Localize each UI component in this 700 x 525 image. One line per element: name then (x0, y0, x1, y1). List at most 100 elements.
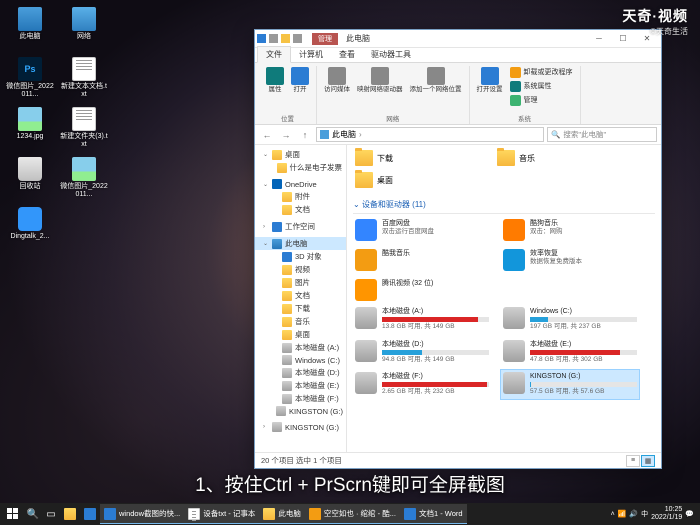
app-item[interactable]: 腾讯视频 (32 位) (353, 277, 491, 303)
file-icon (72, 7, 96, 31)
sidebar-item[interactable]: 图片 (255, 276, 346, 289)
desktop-icon[interactable]: 新建文本文档.txt (59, 55, 109, 103)
sidebar-item[interactable]: 桌面 (255, 328, 346, 341)
ribbon-tab[interactable]: 驱动器工具 (363, 47, 419, 62)
sidebar-item[interactable]: 附件 (255, 190, 346, 203)
desktop-icon[interactable]: 网络 (59, 5, 109, 53)
titlebar[interactable]: 管理 此电脑 ─ ☐ ✕ (255, 30, 661, 48)
sidebar-item[interactable]: ⌄此电脑 (255, 237, 346, 250)
back-button[interactable]: ← (259, 127, 275, 143)
up-button[interactable]: ↑ (297, 127, 313, 143)
ribbon-button[interactable]: 卸载或更改程序 (508, 66, 575, 79)
drive-stats: 47.8 GB 可用, 共 302 GB (530, 356, 637, 364)
tray-chevron-icon[interactable]: ˄ (611, 511, 615, 518)
taskbar-app[interactable]: window截图的快... (100, 504, 184, 524)
view-tiles-button[interactable]: ▦ (641, 455, 655, 467)
ribbon-button[interactable]: 系统属性 (508, 80, 575, 93)
drive-item[interactable]: Windows (C:)197 GB 可用, 共 237 GB (501, 305, 639, 334)
desktop-icon[interactable]: 微信图片_2022011... (59, 155, 109, 203)
contextual-tab[interactable]: 管理 (312, 33, 338, 45)
ribbon-button[interactable]: 打开设置 (475, 66, 505, 94)
sidebar-item[interactable]: 视频 (255, 263, 346, 276)
taskbar-app[interactable]: 空空如也 · 绾绾 - 酷... (305, 504, 400, 524)
qat-icon[interactable] (293, 34, 302, 43)
qat-icon[interactable] (269, 34, 278, 43)
taskbar-app[interactable]: 此电脑 (259, 504, 305, 524)
sidebar-item[interactable]: 下载 (255, 302, 346, 315)
app-icon (309, 508, 321, 520)
folder-icon (355, 150, 373, 166)
tray-volume-icon[interactable]: 🔊 (629, 510, 638, 518)
chevron-icon: ⌄ (263, 240, 269, 247)
app-item[interactable]: 效率恢复数据恢复免费版本 (501, 247, 639, 273)
ribbon-button[interactable]: 打开 (289, 66, 311, 94)
desktop-icon[interactable]: Dingtalk_2... (5, 205, 55, 253)
drive-item[interactable]: 本地磁盘 (F:)2.65 GB 可用, 共 232 GB (353, 370, 491, 399)
drive-item[interactable]: 本地磁盘 (D:)94.8 GB 可用, 共 149 GB (353, 338, 491, 367)
ribbon-tab[interactable]: 计算机 (291, 47, 331, 62)
taskbar-app[interactable] (60, 504, 80, 524)
folder-item[interactable]: 桌面 (353, 170, 483, 190)
view-details-button[interactable]: ≡ (626, 455, 640, 467)
ribbon-button[interactable]: 添加一个网络位置 (408, 66, 464, 94)
desktop-icon[interactable]: 此电脑 (5, 5, 55, 53)
sidebar-item[interactable]: ›KINGSTON (G:) (255, 421, 346, 433)
folder-item[interactable]: 下载 (353, 148, 483, 168)
notification-button[interactable]: 💬 (685, 510, 694, 518)
desktop-icon[interactable]: Ps微信图片_2022011... (5, 55, 55, 103)
sidebar-item[interactable]: KINGSTON (G:) (255, 405, 346, 417)
ribbon-tab[interactable]: 查看 (331, 47, 363, 62)
app-item[interactable]: 百度网盘双击运行百度网盘 (353, 217, 491, 243)
system-tray[interactable]: ˄ 📶 🔊 中 10:25 2022/1/19 💬 (611, 506, 698, 521)
section-header-drives[interactable]: ⌄ 设备和驱动器 (11) (353, 196, 655, 214)
desktop-icon[interactable]: 回收站 (5, 155, 55, 203)
sidebar-item[interactable]: ⌄桌面 (255, 148, 346, 161)
start-button[interactable] (2, 504, 24, 524)
sidebar-item[interactable]: 文档 (255, 203, 346, 216)
sidebar-item[interactable]: 本地磁盘 (F:) (255, 392, 346, 405)
desktop-icon[interactable]: 1234.jpg (5, 105, 55, 153)
sidebar-item[interactable]: ›工作空间 (255, 220, 346, 233)
forward-button[interactable]: → (278, 127, 294, 143)
taskbar-app[interactable] (80, 504, 100, 524)
desktop-icon[interactable]: 新建文件夹(3).txt (59, 105, 109, 153)
app-name: 酷狗音乐 (530, 219, 637, 228)
ribbon-label: 打开 (294, 86, 307, 93)
drive-item[interactable]: KINGSTON (G:)57.5 GB 可用, 共 57.6 GB (501, 370, 639, 399)
address-bar[interactable]: 此电脑 › (316, 127, 544, 142)
ribbon-button[interactable]: 访问媒体 (322, 66, 352, 94)
task-view-button[interactable]: ▭ (42, 504, 60, 524)
sidebar-item[interactable]: 本地磁盘 (A:) (255, 341, 346, 354)
qat-icon[interactable] (281, 34, 290, 43)
taskbar[interactable]: 🔍 ▭ window截图的快...设备txt - 记事本此电脑空空如也 · 绾绾… (0, 503, 700, 525)
sidebar-item[interactable]: ⌄OneDrive (255, 178, 346, 190)
search-button[interactable]: 🔍 (24, 504, 42, 524)
sidebar-item[interactable]: 本地磁盘 (E:) (255, 379, 346, 392)
nav-pane[interactable]: ⌄桌面什么是电子发票⌄OneDrive附件文档›工作空间⌄此电脑3D 对象视频图… (255, 145, 347, 452)
ribbon-tab[interactable]: 文件 (257, 46, 291, 63)
minimize-button[interactable]: ─ (587, 31, 611, 47)
clock[interactable]: 10:25 2022/1/19 (651, 506, 682, 521)
drive-item[interactable]: 本地磁盘 (A:)13.8 GB 可用, 共 149 GB (353, 305, 491, 334)
app-item[interactable]: 酷狗音乐双击：网购 (501, 217, 639, 243)
breadcrumb[interactable]: 此电脑 (332, 129, 356, 140)
tray-ime-icon[interactable]: 中 (641, 509, 648, 519)
sidebar-item[interactable]: 音乐 (255, 315, 346, 328)
sidebar-item[interactable]: 什么是电子发票 (255, 161, 346, 174)
search-input[interactable]: 🔍搜索"此电脑" (547, 127, 657, 142)
folder-item[interactable]: 音乐 (495, 148, 625, 168)
sidebar-item[interactable]: 文档 (255, 289, 346, 302)
taskbar-app[interactable]: 设备txt - 记事本 (184, 504, 259, 524)
sidebar-item[interactable]: 3D 对象 (255, 250, 346, 263)
taskbar-app[interactable]: 文档1 - Word (400, 504, 467, 524)
ribbon-button[interactable]: 管理 (508, 94, 575, 107)
ribbon-button[interactable]: 属性 (264, 66, 286, 94)
qat-icon[interactable] (257, 34, 266, 43)
sidebar-item[interactable]: Windows (C:) (255, 354, 346, 366)
drive-item[interactable]: 本地磁盘 (E:)47.8 GB 可用, 共 302 GB (501, 338, 639, 367)
sidebar-item[interactable]: 本地磁盘 (D:) (255, 366, 346, 379)
app-item[interactable]: 酷我音乐 (353, 247, 491, 273)
ribbon-button[interactable]: 映射网络驱动器 (355, 66, 405, 94)
content-pane[interactable]: 下载音乐桌面 ⌄ 设备和驱动器 (11) 百度网盘双击运行百度网盘酷狗音乐双击：… (347, 145, 661, 452)
tray-network-icon[interactable]: 📶 (618, 510, 627, 518)
